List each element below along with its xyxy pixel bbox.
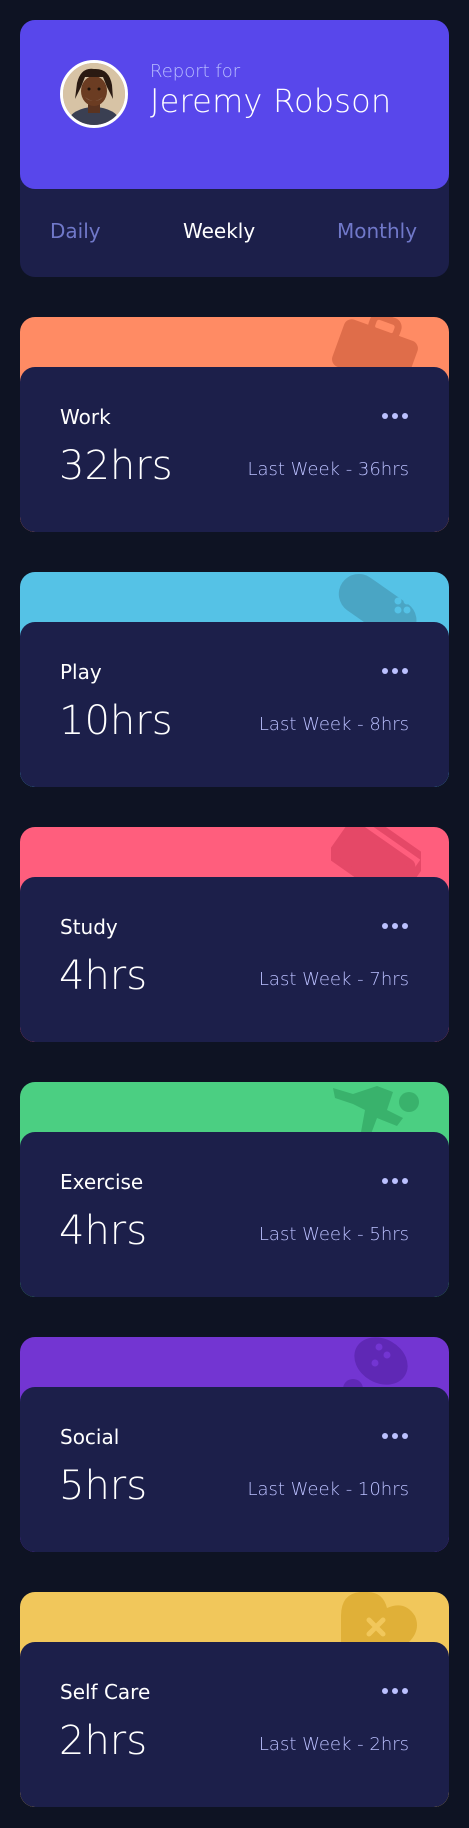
tab-daily[interactable]: Daily — [50, 219, 101, 243]
current-hours: 2hrs — [59, 1718, 148, 1764]
timeframe-tabs: Daily Weekly Monthly — [20, 189, 449, 277]
activity-title: Self Care — [60, 1680, 151, 1704]
report-for-label: Report for — [150, 61, 241, 82]
previous-hours: Last Week - 2hrs — [258, 1734, 409, 1755]
activity-card-body: Study 4hrs Last Week - 7hrs — [20, 877, 449, 1042]
activity-card-body: Play 10hrs Last Week - 8hrs — [20, 622, 449, 787]
tab-weekly[interactable]: Weekly — [183, 219, 255, 243]
current-hours: 32hrs — [59, 443, 173, 489]
activity-card-exercise: Exercise 4hrs Last Week - 5hrs — [20, 1082, 449, 1297]
activity-card-body: Exercise 4hrs Last Week - 5hrs — [20, 1132, 449, 1297]
activity-card-body: Work 32hrs Last Week - 36hrs — [20, 367, 449, 532]
activity-card-body: Self Care 2hrs Last Week - 2hrs — [20, 1642, 449, 1807]
activity-title: Play — [60, 660, 102, 684]
activity-card-self-care: Self Care 2hrs Last Week - 2hrs — [20, 1592, 449, 1807]
activity-card-study: Study 4hrs Last Week - 7hrs — [20, 827, 449, 1042]
activity-title: Study — [60, 915, 118, 939]
previous-hours: Last Week - 36hrs — [247, 459, 409, 480]
avatar — [60, 60, 128, 128]
previous-hours: Last Week - 7hrs — [258, 969, 409, 990]
dashboard: Report for Jeremy Robson Daily Weekly Mo… — [20, 20, 449, 1807]
current-hours: 4hrs — [59, 953, 148, 999]
previous-hours: Last Week - 8hrs — [258, 714, 409, 735]
tab-monthly[interactable]: Monthly — [337, 219, 417, 243]
current-hours: 4hrs — [59, 1208, 148, 1254]
profile-header: Report for Jeremy Robson — [20, 20, 449, 189]
ellipsis-icon[interactable] — [381, 1686, 411, 1696]
user-name: Jeremy Robson — [150, 82, 392, 120]
ellipsis-icon[interactable] — [381, 666, 411, 676]
activity-card-play: Play 10hrs Last Week - 8hrs — [20, 572, 449, 787]
ellipsis-icon[interactable] — [381, 411, 411, 421]
activity-card-social: Social 5hrs Last Week - 10hrs — [20, 1337, 449, 1552]
activity-card-body: Social 5hrs Last Week - 10hrs — [20, 1387, 449, 1552]
activity-title: Work — [60, 405, 111, 429]
activity-title: Exercise — [60, 1170, 144, 1194]
activity-title: Social — [60, 1425, 120, 1449]
profile-card: Report for Jeremy Robson Daily Weekly Mo… — [20, 20, 449, 277]
ellipsis-icon[interactable] — [381, 1431, 411, 1441]
ellipsis-icon[interactable] — [381, 1176, 411, 1186]
ellipsis-icon[interactable] — [381, 921, 411, 931]
current-hours: 5hrs — [59, 1463, 148, 1509]
previous-hours: Last Week - 10hrs — [247, 1479, 409, 1500]
avatar-image — [63, 63, 125, 125]
activity-card-work: Work 32hrs Last Week - 36hrs — [20, 317, 449, 532]
current-hours: 10hrs — [59, 698, 173, 744]
previous-hours: Last Week - 5hrs — [258, 1224, 409, 1245]
